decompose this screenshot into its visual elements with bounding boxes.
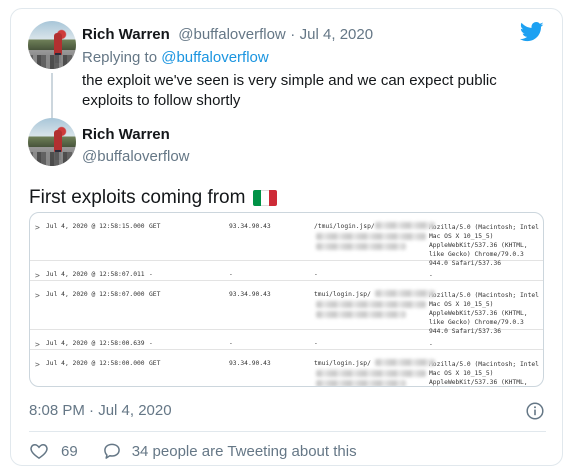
redacted-url-blur [316, 301, 426, 308]
log-row-method: GET [149, 223, 161, 230]
like-count: 69 [61, 442, 78, 460]
log-row: > Jul 4, 2020 @ 12:58:07.011- - - - [30, 261, 543, 281]
divider [29, 431, 546, 432]
speech-bubble-icon [103, 443, 120, 459]
avatar-figure [54, 130, 62, 152]
like-button[interactable]: 69 [29, 441, 78, 461]
log-row-url: tmui/login.jsp/ [314, 291, 371, 298]
italy-flag-icon [253, 190, 278, 206]
conversation-text: 34 people are Tweeting about this [131, 442, 357, 460]
log-row: > Jul 4, 2020 @ 12:58:07.000 GET 93.34.90.4… [30, 281, 543, 335]
log-row-ip: 93.34.90.43 [229, 291, 271, 298]
log-row-url: tmui/login.jsp/ [314, 360, 371, 367]
main-tweet-text: First exploits coming from [29, 187, 278, 209]
log-row-timestamp: Jul 4, 2020 @ 12:58:00.639 [46, 340, 145, 347]
log-row-ip: 93.34.90.43 [229, 223, 271, 230]
log-row-timestamp: Jul 4, 2020 @ 12:58:00.000 [46, 360, 145, 367]
author-name[interactable]: Rich Warren [82, 26, 170, 43]
log-row-url: - [314, 340, 318, 347]
redacted-url-blur [375, 359, 435, 366]
log-row: > Jul 4, 2020 @ 12:58:00.000 GET 93.34.90.4… [30, 350, 543, 386]
heart-icon [30, 443, 48, 459]
log-row-timestamp: Jul 4, 2020 @ 12:58:07.011 [46, 271, 145, 278]
redacted-url-blur [316, 233, 426, 240]
log-row-method: - [149, 340, 153, 347]
log-row-method: - [149, 271, 153, 278]
log-row-expand-icon[interactable]: > [35, 360, 40, 369]
flag-stripe-white [261, 190, 270, 206]
log-row-user-agent: - [429, 272, 433, 279]
flag-stripe-green [253, 190, 262, 206]
tweet-actions: 69 34 people are Tweeting about this [29, 441, 357, 461]
avatar-figure [54, 33, 62, 55]
log-row-expand-icon[interactable]: > [35, 291, 40, 300]
log-row-method: GET [149, 291, 161, 298]
redacted-url-blur [316, 370, 426, 377]
replying-to-link[interactable]: @buffaloverflow [161, 49, 269, 66]
thread-line [51, 73, 53, 121]
log-row: > Jul 4, 2020 @ 12:58:00.639- - - - [30, 330, 543, 350]
main-tweet-text-body: First exploits coming from [29, 187, 246, 208]
replying-to: Replying to @buffaloverflow [82, 49, 269, 66]
redacted-url-blur [316, 311, 406, 318]
avatar[interactable] [28, 21, 76, 69]
author-handle[interactable]: @buffaloverflow [178, 26, 286, 43]
flag-stripe-red [269, 190, 278, 206]
log-row-expand-icon[interactable]: > [35, 271, 40, 280]
log-row-timestamp: Jul 4, 2020 @ 12:58:15.000 [46, 223, 145, 230]
redacted-url-blur [316, 243, 406, 250]
log-row-method: GET [149, 360, 161, 367]
log-row-ip: 93.34.90.43 [229, 360, 271, 367]
log-row-expand-icon[interactable]: > [35, 340, 40, 349]
log-row-user-agent: Mozilla/5.0 (Macintosh; Intel Mac OS X 1… [429, 361, 539, 386]
reply-tweet-text: the exploit we've seen is very simple an… [82, 72, 497, 109]
replying-prefix: Replying to [82, 49, 158, 66]
log-row-ip: - [229, 271, 233, 278]
log-row: > Jul 4, 2020 @ 12:58:15.000 GET 93.34.90.4… [30, 213, 543, 267]
redacted-url-blur [316, 380, 406, 386]
log-row-expand-icon[interactable]: > [35, 223, 40, 232]
info-icon[interactable] [526, 402, 544, 420]
log-screenshot-image[interactable]: > Jul 4, 2020 @ 12:58:15.000 GET 93.34.90.4… [29, 212, 544, 387]
twitter-bird-icon[interactable] [520, 22, 544, 42]
log-row-user-agent: - [429, 341, 433, 348]
log-row-url: /tmui/login.jsp/ [314, 223, 375, 230]
conversation-button[interactable]: 34 people are Tweeting about this [102, 441, 357, 461]
tweet-embed-card: Rich Warren @buffaloverflow · Jul 4, 202… [10, 8, 563, 466]
log-row-timestamp: Jul 4, 2020 @ 12:58:07.000 [46, 291, 145, 298]
author-handle[interactable]: @buffaloverflow [82, 148, 190, 165]
avatar-beach [28, 55, 76, 69]
redacted-url-blur [375, 290, 435, 297]
tweet-timestamp[interactable]: 8:08 PM · Jul 4, 2020 [29, 402, 172, 419]
log-row-ip: - [229, 340, 233, 347]
header-separator: · [290, 26, 296, 43]
reply-tweet-header: Rich Warren @buffaloverflow · Jul 4, 202… [82, 26, 373, 44]
avatar-beach [28, 152, 76, 166]
author-name[interactable]: Rich Warren [82, 126, 170, 143]
log-row-url: - [314, 271, 318, 278]
redacted-url-blur [375, 222, 435, 229]
avatar[interactable] [28, 118, 76, 166]
tweet-date[interactable]: Jul 4, 2020 [300, 26, 373, 43]
